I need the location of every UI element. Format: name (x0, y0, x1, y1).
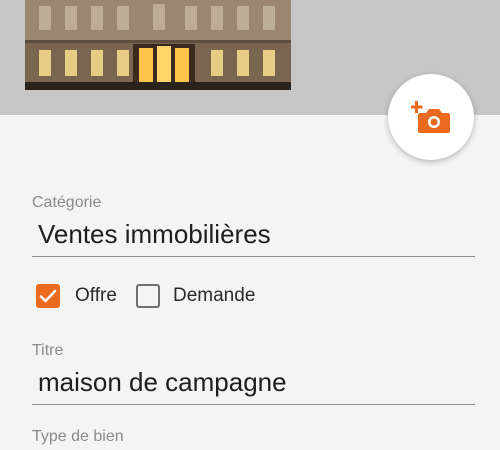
demande-checkbox[interactable] (136, 284, 160, 308)
category-label: Catégorie (32, 194, 102, 211)
title-label: Titre (32, 342, 64, 359)
property-type-label: Type de bien (32, 428, 124, 445)
offre-checkbox[interactable] (36, 284, 60, 308)
title-underline (32, 404, 475, 405)
check-icon (39, 289, 57, 303)
category-value[interactable]: Ventes immobilières (38, 219, 271, 250)
demande-label[interactable]: Demande (173, 285, 255, 307)
add-photo-button[interactable] (388, 74, 474, 160)
building-photo-icon (25, 0, 291, 90)
offre-label[interactable]: Offre (75, 285, 117, 307)
add-photo-camera-icon (411, 101, 450, 133)
category-underline (32, 256, 475, 257)
listing-photo[interactable] (25, 0, 291, 90)
title-input[interactable]: maison de campagne (38, 367, 287, 398)
